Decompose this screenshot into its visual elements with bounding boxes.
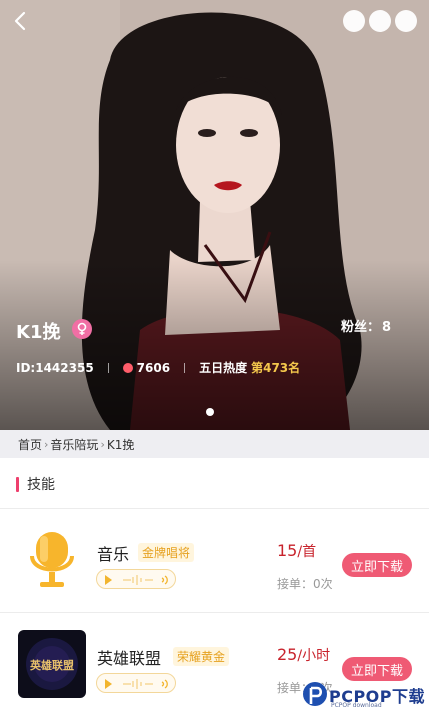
chevron-left-icon bbox=[14, 11, 26, 31]
price-value: 15 bbox=[277, 541, 298, 560]
section-title-text: 技能 bbox=[27, 477, 55, 493]
skill-price: 15/首 bbox=[277, 541, 316, 561]
heat-rank: 第473名 bbox=[251, 361, 301, 375]
section-title: 技能 bbox=[16, 476, 55, 493]
flame-icon bbox=[122, 362, 133, 373]
hero-gradient bbox=[0, 260, 429, 430]
league-of-legends-logo: 英雄联盟 bbox=[18, 630, 86, 698]
price-value: 25 bbox=[277, 645, 298, 664]
watermark-sub: PCPOP download bbox=[330, 702, 382, 709]
skill-name: 音乐 bbox=[97, 545, 130, 564]
fans-count: 粉丝： 8 bbox=[339, 316, 391, 335]
skill-price: 25/小时 bbox=[277, 645, 330, 665]
stat-divider bbox=[184, 362, 186, 373]
heat-label: 五日热度 bbox=[199, 361, 248, 375]
stat-divider bbox=[107, 362, 109, 373]
skill-name: 英雄联盟 bbox=[97, 649, 162, 668]
pcpop-watermark: PCPOP下载 PCPOP download bbox=[301, 680, 425, 710]
top-action-dots bbox=[343, 10, 417, 32]
download-button[interactable]: 立即下载 bbox=[342, 553, 412, 577]
profile-hero: K1挽 粉丝： 8 ID:1442355 7606 五日热度 第473名 bbox=[0, 0, 429, 430]
skill-tag: 荣耀黄金 bbox=[173, 647, 230, 666]
profile-stats: ID:1442355 7606 五日热度 第473名 bbox=[16, 359, 300, 376]
user-id: ID:1442355 bbox=[16, 360, 94, 375]
price-unit: /首 bbox=[297, 544, 317, 560]
profile-name: K1挽 bbox=[16, 322, 61, 343]
voice-sample-player[interactable] bbox=[96, 569, 176, 589]
breadcrumb-home[interactable]: 首页 bbox=[18, 436, 42, 453]
microphone-icon bbox=[18, 526, 86, 594]
top-action-dot[interactable] bbox=[343, 10, 365, 32]
pcpop-logo-icon bbox=[302, 682, 327, 706]
female-gender-icon bbox=[72, 319, 92, 339]
fans-label: 粉丝： bbox=[340, 320, 380, 335]
order-count: 接单：0次 bbox=[277, 577, 333, 591]
carousel-indicator bbox=[206, 408, 214, 416]
fans-value: 8 bbox=[381, 320, 391, 335]
back-button[interactable] bbox=[8, 8, 34, 34]
breadcrumb-category[interactable]: 音乐陪玩 bbox=[50, 436, 98, 453]
voice-sample-player[interactable] bbox=[96, 673, 176, 693]
skill-item-music[interactable]: 音乐 金牌唱将 15/首 接单：0次 立即下载 bbox=[0, 509, 429, 609]
breadcrumb-current: K1挽 bbox=[106, 437, 135, 452]
breadcrumb-separator: › bbox=[100, 437, 105, 451]
price-unit: /小时 bbox=[297, 648, 331, 664]
top-action-dot[interactable] bbox=[395, 10, 417, 32]
skill-tag: 金牌唱将 bbox=[138, 543, 195, 562]
top-action-dot[interactable] bbox=[369, 10, 391, 32]
logo-text: 英雄联盟 bbox=[29, 658, 74, 672]
breadcrumb: 首页 › 音乐陪玩 › K1挽 bbox=[0, 430, 429, 458]
breadcrumb-separator: › bbox=[44, 437, 49, 451]
download-button[interactable]: 立即下载 bbox=[342, 657, 412, 681]
section-accent-bar bbox=[16, 476, 19, 492]
heat-value: 7606 bbox=[136, 360, 171, 375]
